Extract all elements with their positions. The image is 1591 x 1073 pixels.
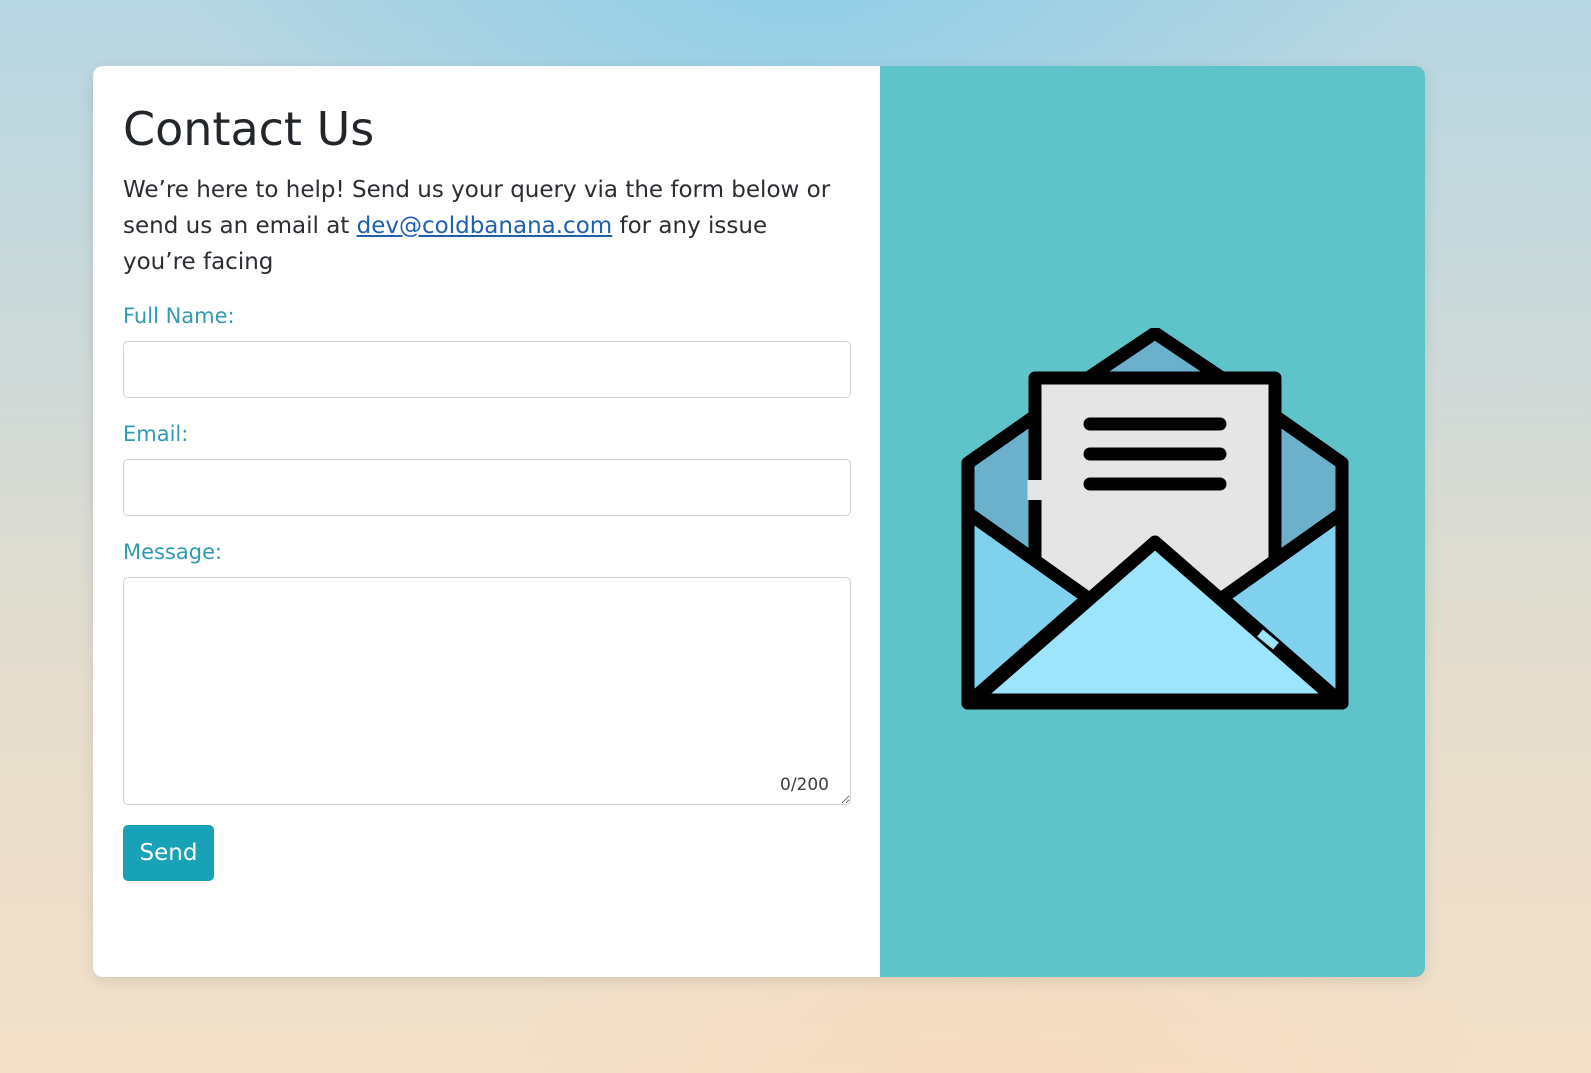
illustration-panel	[880, 66, 1425, 977]
character-counter: 0/200	[780, 775, 829, 795]
contact-card: Contact Us We’re here to help! Send us y…	[93, 66, 1425, 977]
send-button[interactable]: Send	[123, 825, 214, 881]
email-link[interactable]: dev@coldbanana.com	[357, 213, 613, 239]
message-input[interactable]	[123, 577, 851, 805]
email-input[interactable]	[123, 459, 851, 516]
full-name-input[interactable]	[123, 341, 851, 398]
contact-form-panel: Contact Us We’re here to help! Send us y…	[93, 66, 880, 977]
intro-text: We’re here to help! Send us your query v…	[123, 172, 843, 280]
email-label: Email:	[123, 422, 189, 446]
message-label: Message:	[123, 540, 223, 564]
message-field: 0/200	[123, 577, 851, 805]
open-envelope-icon	[961, 328, 1349, 710]
full-name-label: Full Name:	[123, 304, 235, 328]
page-title: Contact Us	[123, 102, 375, 156]
